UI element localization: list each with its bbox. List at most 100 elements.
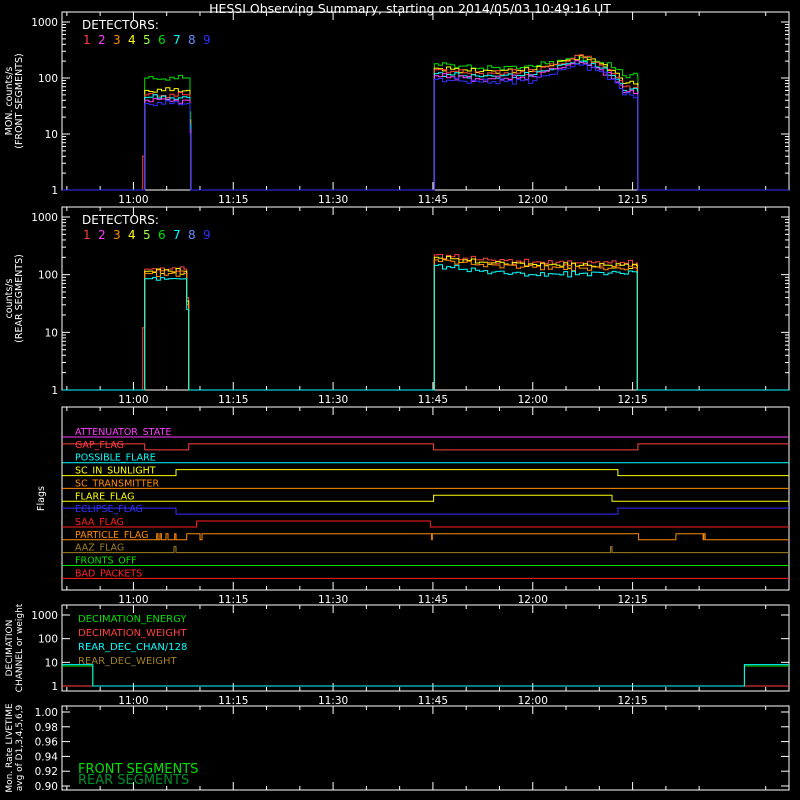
y-tick-label: 0.98 xyxy=(35,722,58,734)
flag-label-6: ECLIPSE_FLAG xyxy=(75,504,143,515)
x-tick-label: 12:15 xyxy=(617,194,647,206)
series-line-front-4 xyxy=(62,60,789,191)
detector-number-8: 8 xyxy=(188,228,196,242)
y-axis-label-1: (FRONT SEGMENTS) xyxy=(14,53,25,148)
flag-line-1 xyxy=(62,443,789,451)
x-tick-label: 11:45 xyxy=(418,695,448,707)
series-line-front-0 xyxy=(62,54,789,191)
flag-label-4: SC_TRANSMITTER xyxy=(75,478,160,489)
detector-number-6: 6 xyxy=(158,33,166,47)
y-tick-label: 100 xyxy=(38,73,58,85)
x-tick-label: 12:15 xyxy=(617,594,647,606)
x-tick-label: 11:15 xyxy=(218,394,248,406)
y-tick-label: 100 xyxy=(38,634,58,646)
x-tick-label: 12:00 xyxy=(518,194,548,206)
flag-line-9 xyxy=(62,546,789,554)
flag-label-9: AAZ_FLAG xyxy=(75,543,124,554)
decimation-line-3 xyxy=(62,664,789,687)
y-axis-label-1: CHANNEL or weight xyxy=(15,603,25,692)
y-axis-label-1: (REAR SEGMENTS) xyxy=(14,254,25,343)
y-tick-label: 10 xyxy=(45,657,58,669)
x-tick-label: 11:00 xyxy=(118,695,148,707)
flag-label-5: FLARE_FLAG xyxy=(75,491,135,502)
y-tick-label: 1 xyxy=(51,385,58,397)
detector-number-2: 2 xyxy=(98,33,106,47)
flag-line-7 xyxy=(62,520,789,528)
x-tick-label: 11:00 xyxy=(118,394,148,406)
detector-number-1: 1 xyxy=(83,228,91,242)
x-tick-label: 11:15 xyxy=(218,594,248,606)
x-tick-label: 11:30 xyxy=(318,695,348,707)
y-axis-label-0: Mon. Rate LIVETIME xyxy=(5,703,15,793)
flag-label-3: SC_IN_SUNLIGHT xyxy=(75,466,156,477)
series-line-rear-3 xyxy=(62,264,789,391)
x-tick-label: 12:00 xyxy=(518,594,548,606)
y-axis-label-flags: Flags xyxy=(36,486,47,511)
chart-canvas: HESSI Observing Summary, starting on 201… xyxy=(4,1,790,793)
x-tick-label: 11:15 xyxy=(218,194,248,206)
decimation-legend-1: DECIMATION_WEIGHT xyxy=(78,628,187,639)
flag-line-3 xyxy=(62,469,789,477)
flag-label-10: FRONTS_OFF xyxy=(75,556,137,567)
series-group-rear xyxy=(62,254,789,391)
x-tick-label: 11:45 xyxy=(418,594,448,606)
x-tick-label: 11:30 xyxy=(318,594,348,606)
series-group-front xyxy=(62,54,789,191)
flag-line-8 xyxy=(62,533,789,541)
detector-number-4: 4 xyxy=(128,33,136,47)
decimation-legend-0: DECIMATION_ENERGY xyxy=(78,614,187,625)
decimation-line-2 xyxy=(62,665,789,687)
x-tick-label: 11:45 xyxy=(418,394,448,406)
y-tick-label: 1 xyxy=(51,681,58,693)
hessi-summary-figure: HESSI Observing Summary, starting on 201… xyxy=(0,0,800,800)
flag-line-6 xyxy=(62,507,789,515)
x-tick-label: 12:00 xyxy=(518,394,548,406)
flag-label-8: PARTICLE_FLAG xyxy=(75,530,148,541)
series-line-front-3 xyxy=(62,60,789,191)
decimation-legend-2: REAR_DEC_CHAN/128 xyxy=(78,642,187,653)
x-tick-label: 11:45 xyxy=(418,194,448,206)
x-tick-label: 12:15 xyxy=(617,394,647,406)
x-tick-label: 11:00 xyxy=(118,194,148,206)
x-tick-label: 11:15 xyxy=(218,695,248,707)
x-tick-label: 11:30 xyxy=(318,194,348,206)
flag-label-1: GAP_FLAG xyxy=(75,440,124,451)
y-tick-label: 10 xyxy=(45,327,58,339)
flag-label-11: BAD_PACKETS xyxy=(75,568,142,579)
decimation-legend-3: REAR_DEC_WEIGHT xyxy=(78,656,177,667)
series-line-front-5 xyxy=(62,63,789,191)
flag-line-5 xyxy=(62,494,789,502)
detector-number-1: 1 xyxy=(83,33,91,47)
panel-frame-1 xyxy=(61,206,790,391)
livetime-legend-1: REAR SEGMENTS xyxy=(78,773,189,788)
series-line-rear-0 xyxy=(62,254,789,391)
detector-number-9: 9 xyxy=(203,33,211,47)
detector-number-4: 4 xyxy=(128,228,136,242)
y-tick-label: 0.94 xyxy=(35,751,59,763)
flag-label-0: ATTENUATOR_STATE xyxy=(75,427,171,438)
x-tick-label: 11:30 xyxy=(318,394,348,406)
detector-number-9: 9 xyxy=(203,228,211,242)
detector-number-7: 7 xyxy=(173,33,181,47)
y-tick-label: 1 xyxy=(51,185,58,197)
detector-number-6: 6 xyxy=(158,228,166,242)
y-axis-label-0: DECIMATION xyxy=(5,620,15,677)
series-line-front-2 xyxy=(62,54,789,191)
series-line-front-1 xyxy=(62,55,789,191)
detector-number-5: 5 xyxy=(143,228,151,242)
y-tick-label: 10 xyxy=(45,129,58,141)
y-tick-label: 1000 xyxy=(31,212,58,224)
detectors-label: DETECTORS: xyxy=(82,213,159,227)
flag-label-7: SAA_FLAG xyxy=(75,517,124,528)
detector-number-3: 3 xyxy=(113,228,121,242)
detector-number-3: 3 xyxy=(113,33,121,47)
flag-label-2: POSSIBLE_FLARE xyxy=(75,453,156,464)
y-tick-label: 1.00 xyxy=(35,707,58,719)
chart-title: HESSI Observing Summary, starting on 201… xyxy=(209,1,611,16)
x-tick-label: 11:00 xyxy=(118,594,148,606)
series-line-rear-1 xyxy=(62,255,789,391)
y-tick-label: 0.92 xyxy=(35,766,58,778)
detectors-label: DETECTORS: xyxy=(82,18,159,32)
detector-number-2: 2 xyxy=(98,228,106,242)
x-tick-label: 12:15 xyxy=(617,695,647,707)
